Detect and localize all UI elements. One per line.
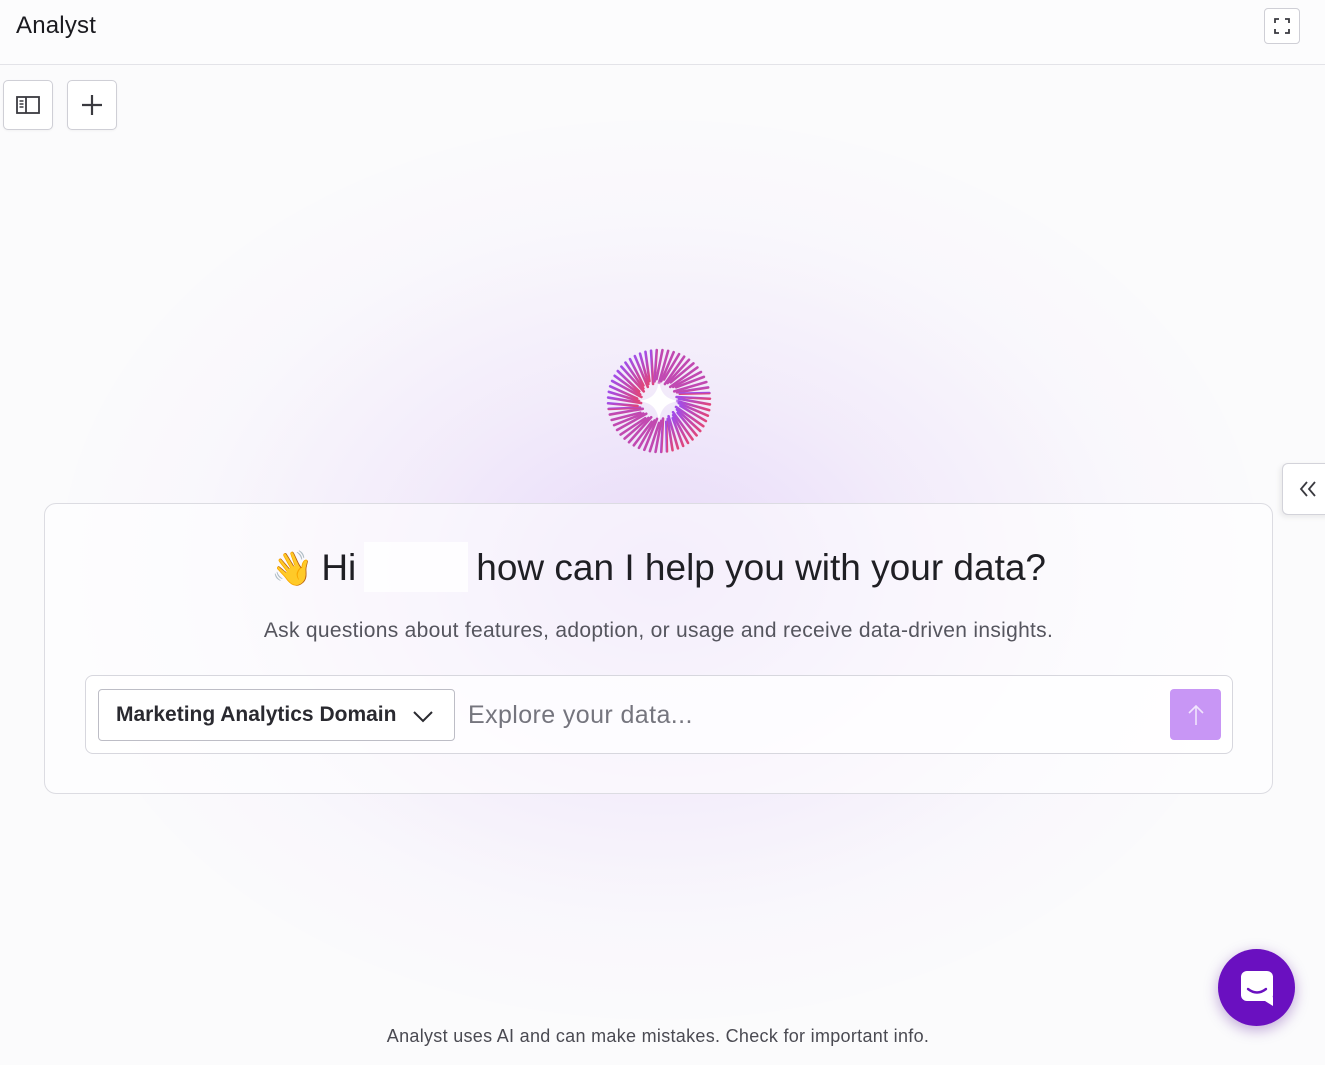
new-chat-button[interactable] [67,80,117,130]
welcome-card: 👋 Hi how can I help you with your data? As… [44,503,1273,794]
chat-launcher-button[interactable] [1218,949,1295,1026]
wave-emoji: 👋 [270,550,314,588]
top-bar: Analyst [0,0,1325,65]
ai-disclaimer: Analyst uses AI and can make mistakes. C… [386,1026,930,1046]
greeting-hi: Hi [321,547,357,588]
send-button[interactable] [1170,689,1221,740]
arrow-up-icon [1187,704,1204,725]
query-input[interactable] [468,689,1158,741]
chat-bubble-icon [1240,970,1273,1006]
expand-icon [1274,18,1290,34]
query-bar: Marketing Analytics Domain [85,675,1233,754]
greeting: 👋 Hi how can I help you with your data? [45,542,1272,592]
fullscreen-button[interactable] [1264,8,1300,44]
domain-select[interactable]: Marketing Analytics Domain [98,689,455,741]
user-name-redacted [364,542,469,592]
greeting-question: how can I help you with your data? [476,547,1047,588]
chevron-down-icon [413,711,433,723]
plus-icon [82,95,102,115]
subtitle: Ask questions about features, adoption, … [263,619,1054,642]
domain-select-value: Marketing Analytics Domain [116,703,397,726]
double-chevron-left-icon [1299,481,1316,497]
sidebar-toggle-icon [16,96,40,114]
app-title: Analyst [16,12,97,39]
starburst-sparkle-icon [606,348,712,454]
collapse-panel-button[interactable] [1282,463,1325,515]
sidebar-toggle-button[interactable] [3,80,53,130]
